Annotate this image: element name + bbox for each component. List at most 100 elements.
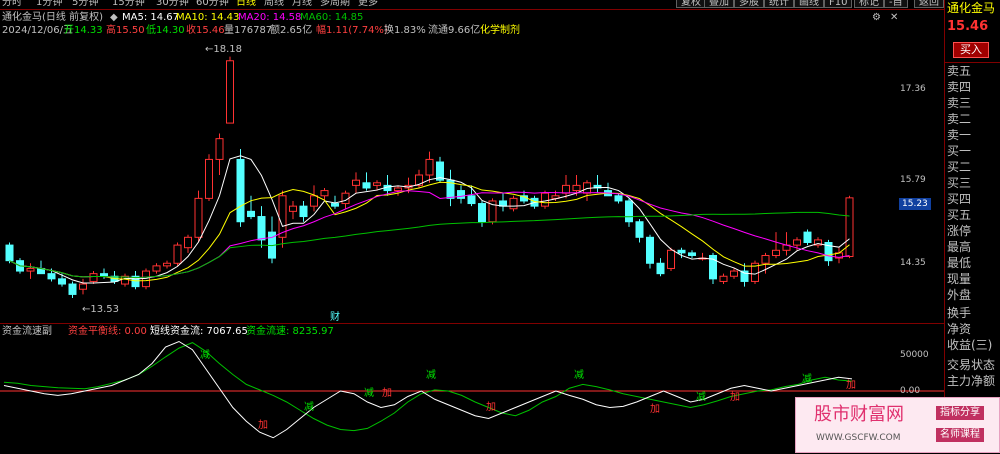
kline-panel[interactable]: 通化金马(日线 前复权) ◆ MA5: 14.67 MA10: 14.43 MA… xyxy=(0,9,944,323)
candle[interactable] xyxy=(835,247,843,264)
candle[interactable] xyxy=(79,278,87,295)
period-tab-60min[interactable]: 60分钟 xyxy=(196,0,229,9)
candle[interactable] xyxy=(226,56,234,124)
candle[interactable] xyxy=(656,258,665,277)
candle-body xyxy=(236,158,245,223)
side-quote-item: 买一 xyxy=(947,144,972,158)
candle[interactable] xyxy=(37,260,45,275)
candle-body xyxy=(5,244,14,262)
candle[interactable] xyxy=(593,175,602,194)
adjust-button[interactable]: 复权 xyxy=(676,0,706,8)
indicator-share-button[interactable]: 指标分享 xyxy=(936,406,984,420)
candle[interactable] xyxy=(394,185,402,196)
candle[interactable] xyxy=(247,195,255,220)
period-tab-30min[interactable]: 30分钟 xyxy=(156,0,189,9)
candle-body xyxy=(184,236,192,249)
period-tab-15min[interactable]: 15分钟 xyxy=(112,0,145,9)
candle-body xyxy=(646,236,654,264)
candle[interactable] xyxy=(352,172,360,194)
candle[interactable] xyxy=(509,195,518,212)
multi-stock-button[interactable]: 多股 xyxy=(734,0,764,8)
side-quote-item: 最高 xyxy=(947,240,972,254)
candle[interactable] xyxy=(89,271,98,285)
candle-body xyxy=(173,244,182,264)
course-button[interactable]: 名师课程 xyxy=(936,428,984,442)
period-tab-more[interactable]: 更多 xyxy=(358,0,378,9)
candle[interactable] xyxy=(184,234,192,253)
candle[interactable] xyxy=(740,263,749,287)
candle[interactable] xyxy=(635,219,644,243)
candle[interactable] xyxy=(583,180,591,201)
ma10-line xyxy=(9,181,850,282)
candle[interactable] xyxy=(436,156,444,183)
candle[interactable] xyxy=(194,190,203,243)
mark-button[interactable]: 标记 xyxy=(854,0,884,8)
period-tab-fenshi[interactable]: 分时 xyxy=(2,0,22,9)
candle[interactable] xyxy=(425,151,434,183)
candle[interactable] xyxy=(446,169,455,207)
watermark-url: WWW.GSCFW.COM xyxy=(816,433,901,443)
candle-body xyxy=(625,200,633,223)
candle[interactable] xyxy=(215,133,224,175)
period-tab-5min[interactable]: 5分钟 xyxy=(72,0,98,9)
candle[interactable] xyxy=(268,216,276,264)
candle[interactable] xyxy=(26,263,35,279)
candle[interactable] xyxy=(488,198,497,225)
custom-button[interactable]: -自 xyxy=(884,0,908,8)
candle[interactable] xyxy=(772,232,780,259)
overlay-button[interactable]: 叠加 xyxy=(704,0,734,8)
candle-body xyxy=(730,270,738,277)
candle[interactable] xyxy=(688,250,696,259)
side-stock-name: 通化金马 xyxy=(947,1,996,15)
candle[interactable] xyxy=(205,154,213,201)
candle[interactable] xyxy=(646,234,654,269)
f10-button[interactable]: F10 xyxy=(824,0,853,8)
side-quote-item: 收益(三) xyxy=(947,338,993,352)
kline-chart[interactable] xyxy=(0,10,944,324)
candle[interactable] xyxy=(5,242,14,264)
candle[interactable] xyxy=(751,260,759,285)
candle[interactable] xyxy=(173,242,182,266)
candle[interactable] xyxy=(341,190,350,209)
candle-body xyxy=(541,192,549,207)
candle[interactable] xyxy=(625,198,633,227)
candle[interactable] xyxy=(709,252,717,285)
candle[interactable] xyxy=(121,273,129,287)
candle[interactable] xyxy=(362,172,371,191)
candle[interactable] xyxy=(824,239,833,266)
candle[interactable] xyxy=(152,263,161,274)
period-tab-daily[interactable]: 日线 xyxy=(236,0,256,9)
candle[interactable] xyxy=(457,185,465,204)
add-marker: 加 xyxy=(486,402,496,413)
side-quote-item: 交易状态 xyxy=(947,358,996,372)
back-button[interactable]: 返回 xyxy=(914,0,944,8)
candle[interactable] xyxy=(257,206,266,248)
candle[interactable] xyxy=(289,200,297,220)
candle-body xyxy=(467,195,476,205)
candle[interactable] xyxy=(499,193,507,212)
draw-line-button[interactable]: 画线 xyxy=(794,0,824,8)
candle[interactable] xyxy=(730,268,738,279)
candle[interactable] xyxy=(68,281,77,299)
candle[interactable] xyxy=(719,273,728,285)
candle[interactable] xyxy=(845,195,854,259)
candle[interactable] xyxy=(163,260,171,269)
candle[interactable] xyxy=(236,149,245,227)
candle[interactable] xyxy=(803,229,812,246)
period-tab-1min[interactable]: 1分钟 xyxy=(36,0,62,9)
candle-body xyxy=(352,179,360,186)
period-tab-multi[interactable]: 多周期 xyxy=(320,0,350,9)
candle[interactable] xyxy=(782,232,791,256)
candle[interactable] xyxy=(698,252,707,261)
ma60-line xyxy=(9,211,850,279)
candle[interactable] xyxy=(562,175,570,199)
statistics-button[interactable]: 统计 xyxy=(764,0,794,8)
period-tab-weekly[interactable]: 周线 xyxy=(264,0,284,9)
candle[interactable] xyxy=(541,190,549,209)
candle[interactable] xyxy=(814,237,822,248)
candle[interactable] xyxy=(383,175,392,196)
candle[interactable] xyxy=(310,185,318,212)
candle[interactable] xyxy=(299,200,308,222)
buy-button[interactable]: 买入 xyxy=(953,42,989,58)
period-tab-monthly[interactable]: 月线 xyxy=(292,0,312,9)
